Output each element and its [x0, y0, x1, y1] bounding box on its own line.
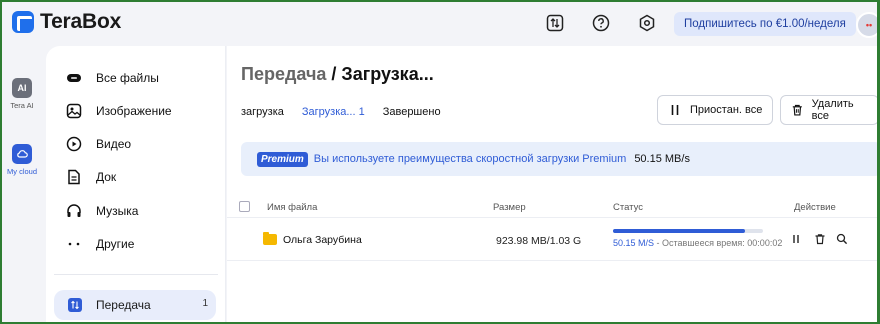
- divider: [54, 274, 218, 275]
- sidebar-item-label: Изображение: [96, 104, 172, 118]
- search-icon[interactable]: [836, 233, 848, 245]
- page-title: Передача / Загрузка...: [241, 64, 434, 85]
- pause-icon: [671, 105, 679, 115]
- file-name[interactable]: Ольга Зарубина: [283, 234, 362, 246]
- pause-all-button[interactable]: Приостан. все: [657, 95, 774, 125]
- sidebar-item-video[interactable]: Видео: [66, 134, 216, 154]
- download-speed: 50.15 MB/s: [634, 153, 690, 165]
- sidebar-item-label: Музыка: [96, 204, 139, 218]
- rail-item-label: My cloud: [6, 167, 37, 176]
- sidebar-item-label: Док: [96, 170, 117, 184]
- download-progress-bar: [613, 229, 763, 233]
- app-name: TeraBox: [40, 10, 122, 33]
- breadcrumb-separator: /: [326, 64, 342, 84]
- sidebar-item-label: Другие: [96, 237, 135, 251]
- row-remaining-time: - Оставшееся время: 00:00:02: [654, 238, 783, 248]
- sidebar-item-docs[interactable]: Док: [66, 167, 216, 187]
- breadcrumb-current: Загрузка...: [341, 64, 434, 84]
- sidebar: Все файлы Изображение Видео Док Музыка Д…: [46, 46, 226, 322]
- terabox-logo-icon: [12, 11, 34, 33]
- image-icon: [66, 103, 82, 119]
- tab-downloading[interactable]: Загрузка... 1: [302, 106, 365, 118]
- other-icon: [66, 236, 82, 252]
- breadcrumb-transfer[interactable]: Передача: [241, 64, 326, 84]
- sidebar-item-label: Все файлы: [96, 71, 159, 85]
- table-row[interactable]: Ольга Зарубина 923.98 MB/1.03 G 50.15 M/…: [227, 219, 877, 261]
- row-speed: 50.15 M/S: [613, 238, 655, 248]
- transfer-count-badge: 1: [202, 298, 208, 309]
- sidebar-item-label: Видео: [96, 137, 132, 151]
- folder-icon: [263, 232, 277, 245]
- transfer-icon: [68, 298, 82, 312]
- app-window: TeraBox Подпишитесь по €1.00/неделя •• A…: [0, 0, 880, 324]
- trash-icon[interactable]: [814, 233, 826, 245]
- terabox-logo[interactable]: TeraBox: [12, 10, 121, 34]
- tab-upload[interactable]: загрузка: [241, 106, 284, 118]
- trash-icon: [792, 104, 802, 116]
- pause-icon[interactable]: [790, 233, 802, 245]
- subscribe-button[interactable]: Подпишитесь по €1.00/неделя: [674, 12, 856, 36]
- sidebar-item-images[interactable]: Изображение: [66, 101, 216, 121]
- sidebar-item-all-files[interactable]: Все файлы: [66, 68, 216, 88]
- transfer-tabs: загрузка Загрузка... 1 Завершено: [241, 106, 441, 118]
- sidebar-item-music[interactable]: Музыка: [66, 201, 216, 221]
- settings-icon[interactable]: [638, 14, 656, 32]
- premium-banner: Premium Вы используете преимущества скор…: [241, 142, 877, 176]
- delete-all-label: Удалить все: [811, 98, 854, 122]
- top-bar: TeraBox Подпишитесь по €1.00/неделя ••: [2, 2, 877, 46]
- sidebar-item-transfer[interactable]: Передача 1: [54, 290, 216, 320]
- music-icon: [66, 203, 82, 219]
- download-progress-fill: [613, 229, 745, 233]
- premium-banner-text: Вы используете преимущества скоростной з…: [313, 153, 627, 165]
- sidebar-item-other[interactable]: Другие: [66, 234, 216, 254]
- download-status: 50.15 M/S - Оставшееся время: 00:00:02: [613, 238, 782, 248]
- pause-all-label: Приостан. все: [690, 104, 763, 116]
- rail-item-my-cloud[interactable]: My cloud: [2, 144, 42, 176]
- column-name: Имя файла: [267, 202, 318, 213]
- main-panel: Передача / Загрузка... загрузка Загрузка…: [227, 46, 877, 322]
- cloud-icon: [12, 144, 32, 164]
- video-icon: [66, 136, 82, 152]
- delete-all-button[interactable]: Удалить все: [780, 95, 877, 125]
- file-size: 923.98 MB/1.03 G: [496, 235, 582, 247]
- premium-badge: Premium: [257, 151, 308, 167]
- rail-item-tera-ai[interactable]: AI Tera AI: [2, 78, 42, 110]
- avatar[interactable]: ••: [856, 12, 877, 38]
- table-header: Имя файла Размер Статус Действие: [227, 196, 877, 218]
- tab-completed[interactable]: Завершено: [383, 106, 441, 118]
- app-rail: AI Tera AI My cloud: [2, 46, 46, 322]
- document-icon: [66, 169, 82, 185]
- help-icon[interactable]: [592, 14, 610, 32]
- column-action: Действие: [794, 202, 836, 213]
- transfer-icon[interactable]: [546, 14, 564, 32]
- rail-item-label: Tera AI: [10, 101, 34, 110]
- select-all-checkbox[interactable]: [239, 201, 250, 212]
- column-status: Статус: [613, 202, 644, 213]
- all-files-icon: [66, 70, 82, 86]
- column-size: Размер: [493, 202, 526, 213]
- ai-icon: AI: [12, 78, 32, 98]
- sidebar-item-label: Передача: [96, 298, 151, 312]
